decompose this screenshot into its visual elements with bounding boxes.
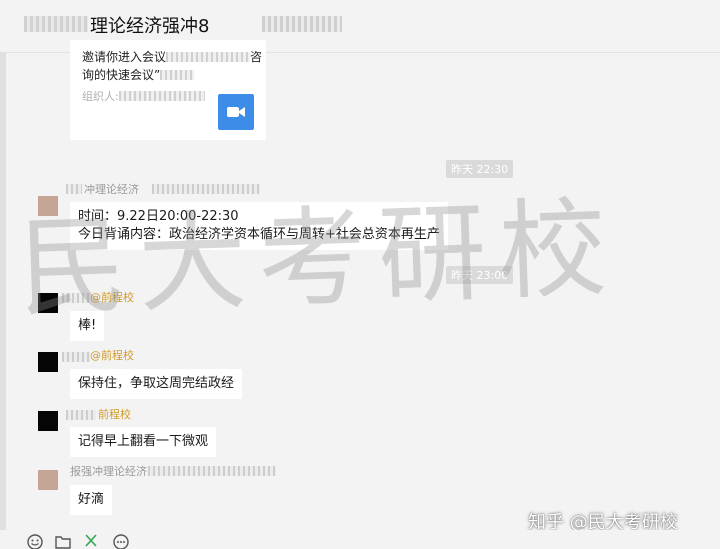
scissors-icon[interactable] bbox=[82, 533, 100, 549]
meeting-invite-line1: 邀请你进入会议咨 bbox=[82, 50, 263, 64]
message-text: 记得早上翻看一下微观 bbox=[78, 434, 209, 449]
smiley-icon[interactable] bbox=[26, 533, 44, 549]
sender-tag: 前程校 bbox=[98, 408, 131, 421]
message-text: 今日背诵内容：政治经济学资本循环与周转+社会总资本再生产 bbox=[78, 227, 440, 242]
sender-name: 报强冲理论经济 bbox=[70, 465, 147, 478]
avatar[interactable] bbox=[38, 411, 58, 431]
sender-redaction bbox=[66, 410, 96, 420]
folder-icon[interactable] bbox=[54, 533, 72, 549]
sender-tag: @前程校 bbox=[90, 349, 134, 362]
message-text: 保持住，争取这周完结政经 bbox=[78, 376, 235, 391]
sender-name: 冲理论经济 bbox=[84, 183, 139, 196]
meeting-invite-card[interactable]: 邀请你进入会议咨 询的快速会议” 组织人: bbox=[70, 40, 266, 140]
join-video-button[interactable] bbox=[218, 94, 254, 130]
avatar[interactable] bbox=[38, 470, 58, 490]
message-bubble[interactable]: 记得早上翻看一下微观 bbox=[70, 427, 217, 457]
message-text: 好滴 bbox=[78, 492, 105, 507]
timestamp: 昨天 23:00 bbox=[446, 266, 514, 284]
sender-redaction bbox=[152, 184, 260, 194]
sender-redaction bbox=[66, 184, 82, 194]
sender-redaction bbox=[148, 466, 276, 476]
message-bubble[interactable]: 保持住，争取这周完结政经 bbox=[70, 369, 243, 399]
chat-title[interactable]: 理论经济强冲8 bbox=[90, 12, 209, 38]
sidebar-edge bbox=[0, 52, 6, 548]
sender-redaction bbox=[62, 293, 90, 303]
title-redaction bbox=[24, 16, 88, 32]
message-bubble[interactable]: 棒! bbox=[70, 311, 105, 341]
avatar[interactable] bbox=[38, 352, 58, 372]
more-icon[interactable] bbox=[112, 533, 130, 549]
title-redaction-tail bbox=[262, 16, 342, 32]
input-toolbar bbox=[0, 530, 720, 549]
sender-tag: @前程校 bbox=[90, 291, 134, 304]
meeting-invite-line2: 询的快速会议” bbox=[82, 66, 195, 83]
avatar[interactable] bbox=[38, 293, 58, 313]
message-bubble[interactable]: 好滴 bbox=[70, 485, 113, 515]
message-text: 时间：9.22日20:00-22:30 bbox=[78, 209, 239, 224]
timestamp: 昨天 22:30 bbox=[446, 160, 514, 178]
video-camera-icon bbox=[227, 107, 245, 117]
message-bubble[interactable]: 时间：9.22日20:00-22:30 今日背诵内容：政治经济学资本循环与周转+… bbox=[70, 202, 448, 250]
meeting-organizer: 组织人: bbox=[82, 88, 205, 104]
sender-redaction bbox=[62, 352, 90, 362]
message-text: 棒! bbox=[78, 318, 97, 333]
avatar[interactable] bbox=[38, 196, 58, 216]
